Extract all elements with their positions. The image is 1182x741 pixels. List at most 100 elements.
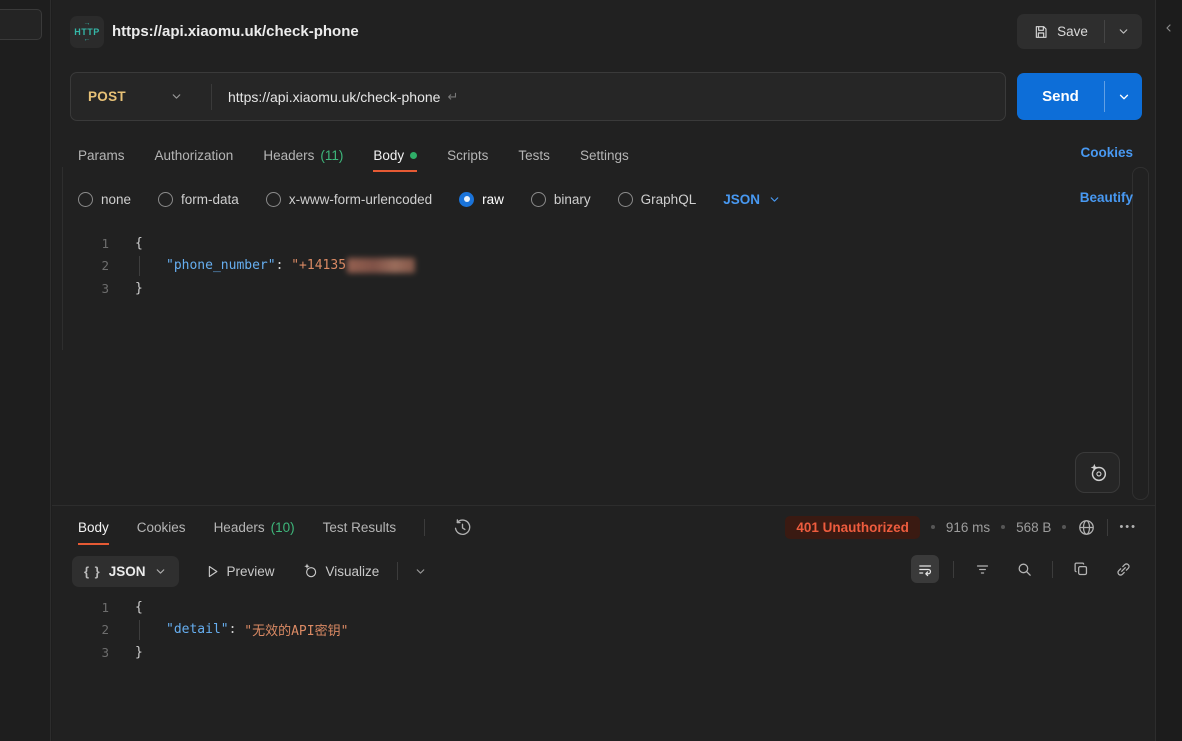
body-type-graphql[interactable]: GraphQL (618, 192, 697, 207)
send-button-group: Send (1017, 73, 1142, 120)
response-body-viewer[interactable]: 1 { 2 "detail" : "无效的API密钥" 3 } (52, 596, 1155, 736)
pane-divider[interactable] (52, 505, 1155, 506)
tab-response-headers[interactable]: Headers (10) (214, 509, 295, 545)
tab-response-cookies[interactable]: Cookies (137, 509, 186, 545)
visualize-sparkle-icon (301, 562, 319, 580)
response-status-bar: 401 Unauthorized 916 ms 568 B ••• (785, 508, 1137, 546)
line-number: 2 (52, 258, 109, 273)
link-icon (1115, 561, 1132, 578)
tab-body[interactable]: Body (373, 138, 417, 172)
right-sidebar-rail (1155, 0, 1182, 741)
link-button[interactable] (1109, 555, 1137, 583)
tab-authorization[interactable]: Authorization (155, 138, 234, 172)
more-actions-button[interactable]: ••• (1119, 521, 1137, 533)
code-line: 1 { (52, 232, 1155, 255)
line-number: 1 (52, 236, 109, 251)
line-number: 1 (52, 600, 109, 615)
line-number: 3 (52, 645, 109, 660)
search-button[interactable] (1010, 555, 1038, 583)
chevron-down-icon (414, 565, 427, 578)
body-type-form-data[interactable]: form-data (158, 192, 239, 207)
radio-icon (266, 192, 281, 207)
send-label: Send (1042, 88, 1079, 105)
save-label: Save (1057, 24, 1088, 39)
radio-icon (78, 192, 93, 207)
collapse-panel-icon[interactable] (1163, 22, 1175, 34)
response-history-button[interactable] (453, 518, 472, 537)
save-button-group: Save (1017, 14, 1142, 49)
line-number: 3 (52, 281, 109, 296)
status-badge: 401 Unauthorized (785, 516, 920, 539)
tab-test-results[interactable]: Test Results (323, 509, 397, 545)
editor-scrollbar[interactable] (1132, 167, 1149, 500)
radio-icon (158, 192, 173, 207)
chevron-down-icon (768, 193, 781, 206)
left-sidebar-rail (0, 0, 51, 741)
cookies-link[interactable]: Cookies (1080, 145, 1133, 160)
headers-count-badge: (11) (320, 148, 343, 163)
network-info-button[interactable] (1077, 518, 1096, 537)
response-toolbar: { } JSON Preview Visualize (52, 554, 1155, 588)
save-dropdown-button[interactable] (1105, 14, 1142, 49)
copy-button[interactable] (1067, 555, 1095, 583)
beautify-link[interactable]: Beautify (1080, 190, 1133, 205)
body-type-binary[interactable]: binary (531, 192, 591, 207)
request-title: https://api.xiaomu.uk/check-phone (112, 23, 359, 40)
tab-response-body[interactable]: Body (78, 509, 109, 545)
filter-icon (974, 561, 991, 578)
response-headers-count-badge: (10) (271, 520, 295, 535)
tab-tests[interactable]: Tests (518, 138, 550, 172)
code-line: 3 } (52, 641, 1155, 664)
json-value: "无效的API密钥" (244, 620, 348, 639)
request-header: → HTTP ← https://api.xiaomu.uk/check-pho… (52, 8, 1155, 56)
divider (1052, 561, 1053, 578)
visualize-button[interactable]: Visualize (301, 562, 380, 580)
tab-headers[interactable]: Headers (11) (263, 138, 343, 172)
url-bar: POST https://api.xiaomu.uk/check-phone ↵ (70, 72, 1006, 121)
code-line: 2 "detail" : "无效的API密钥" (52, 619, 1155, 642)
body-type-none[interactable]: none (78, 192, 131, 207)
radio-selected-icon (459, 192, 474, 207)
preview-button[interactable]: Preview (205, 564, 275, 579)
modified-dot-icon (410, 152, 417, 159)
code-line: 1 { (52, 596, 1155, 619)
indent-guide (135, 619, 166, 642)
body-type-urlencoded[interactable]: x-www-form-urlencoded (266, 192, 432, 207)
json-value: "+14135 (291, 258, 346, 273)
json-key: "detail" (166, 622, 229, 637)
divider (953, 561, 954, 578)
chevron-down-icon (1117, 90, 1131, 104)
wrap-text-button[interactable] (911, 555, 939, 583)
response-view-dropdown[interactable] (397, 562, 427, 580)
json-key: "phone_number" (166, 258, 276, 273)
history-clock-icon (453, 518, 472, 537)
tab-scripts[interactable]: Scripts (447, 138, 488, 172)
sidebar-collapsed-item[interactable] (0, 9, 42, 40)
save-icon (1033, 24, 1049, 40)
body-type-raw[interactable]: raw (459, 192, 504, 207)
method-select[interactable]: POST (71, 89, 211, 104)
chevron-down-icon (1117, 25, 1130, 38)
url-input[interactable]: https://api.xiaomu.uk/check-phone ↵ (212, 89, 1005, 105)
radio-icon (618, 192, 633, 207)
indent-guide (135, 255, 166, 278)
send-button[interactable]: Send (1017, 73, 1104, 120)
tab-settings[interactable]: Settings (580, 138, 629, 172)
language-select[interactable]: JSON (723, 192, 781, 207)
request-body-editor[interactable]: 1 { 2 "phone_number" : "+14135 3 } (52, 232, 1155, 505)
save-button[interactable]: Save (1017, 14, 1104, 49)
request-panel: → HTTP ← https://api.xiaomu.uk/check-pho… (52, 0, 1155, 741)
response-time: 916 ms (946, 520, 990, 535)
chevron-down-icon (154, 565, 167, 578)
divider (1107, 519, 1108, 536)
postbot-button[interactable] (1075, 452, 1120, 493)
filter-button[interactable] (968, 555, 996, 583)
redacted-phone-blur (347, 258, 415, 273)
send-dropdown-button[interactable] (1105, 73, 1142, 120)
response-format-select[interactable]: { } JSON (72, 556, 179, 587)
play-icon (205, 564, 220, 579)
tab-params[interactable]: Params (78, 138, 125, 172)
postbot-sparkle-icon (1087, 462, 1109, 484)
divider (424, 519, 425, 536)
braces-icon: { } (84, 564, 101, 579)
